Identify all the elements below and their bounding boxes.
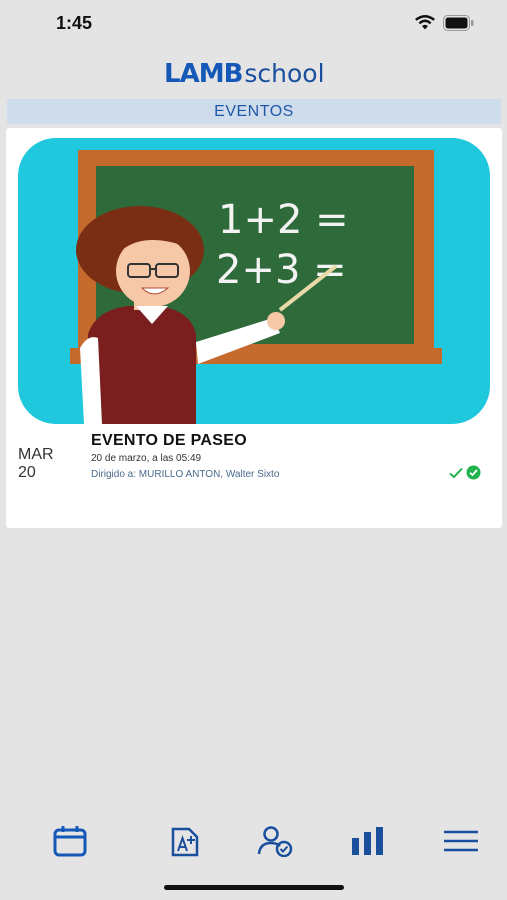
wifi-icon [415, 15, 435, 30]
section-title: EVENTOS [7, 99, 501, 124]
event-target: Dirigido a: MURILLO ANTON, Walter Sixto [91, 469, 280, 480]
menu-icon [444, 830, 478, 852]
tab-calendar[interactable] [50, 823, 90, 859]
tab-bar [0, 815, 507, 867]
app-logo: LAMB school [164, 56, 325, 89]
logo-school: school [244, 59, 325, 88]
board-line-1: 1+2 = [218, 197, 349, 243]
tab-stats[interactable] [348, 823, 388, 859]
status-bar: 1:45 [0, 0, 507, 48]
read-status [449, 465, 481, 480]
home-indicator[interactable] [164, 885, 344, 890]
event-datetime: 20 de marzo, a las 05:49 [91, 453, 202, 464]
status-time: 1:45 [56, 13, 93, 33]
tab-menu[interactable] [441, 823, 481, 859]
calendar-icon [53, 826, 87, 857]
event-day: 20 [18, 464, 36, 481]
battery-icon [443, 15, 474, 31]
check-icon [449, 467, 463, 478]
tab-grades[interactable] [165, 823, 205, 859]
event-image: 1+2 = 2+3 = [18, 138, 490, 424]
event-month: MAR [18, 446, 54, 463]
attendance-icon [257, 826, 293, 857]
logo-lamb: LAMB [164, 59, 243, 89]
tab-attendance[interactable] [256, 823, 296, 859]
event-card[interactable]: 1+2 = 2+3 = MAR 20 EVENTO DE PASEO 20 de… [6, 128, 502, 528]
stats-icon [352, 827, 383, 855]
grades-icon [171, 827, 199, 857]
check-circle-icon [466, 465, 481, 480]
event-date: MAR 20 [18, 446, 78, 482]
board-line-2: 2+3 = [216, 247, 347, 293]
event-title: EVENTO DE PASEO [91, 432, 247, 449]
